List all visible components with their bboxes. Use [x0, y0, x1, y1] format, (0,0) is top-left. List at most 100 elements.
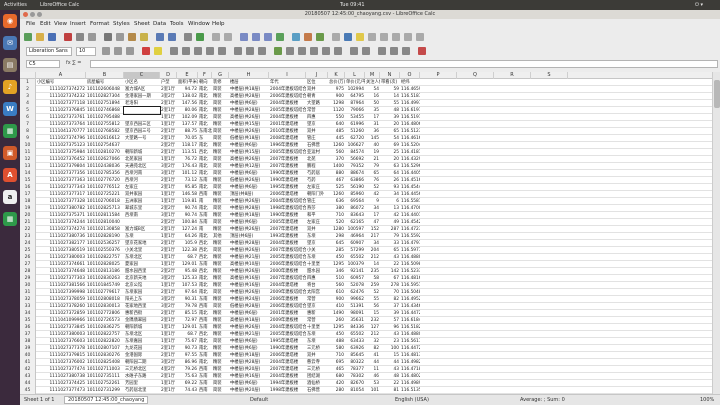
table-cell[interactable]: 南北	[198, 345, 212, 352]
menu-insert[interactable]: Insert	[70, 19, 86, 30]
table-cell[interactable]: 116.4813,39.9093	[400, 352, 420, 359]
column-title[interactable]: 经纬	[400, 79, 420, 86]
table-cell[interactable]: 116.4952,39.9751	[400, 296, 420, 303]
table-cell[interactable]: 116.4516,39.9868	[400, 177, 420, 184]
table-cell[interactable]: 1室1厅	[160, 380, 177, 387]
table-cell[interactable]: 48	[380, 373, 400, 380]
table-cell[interactable]: 1111027377363	[36, 177, 86, 184]
table-cell[interactable]: 467	[328, 177, 345, 184]
table-cell[interactable]: 芍药居北里	[124, 387, 160, 394]
sheet-tab[interactable]: 20180507 12:45:00_chaoyang	[64, 396, 149, 404]
table-cell[interactable]: 101102810270	[86, 149, 124, 156]
table-cell[interactable]: 880	[328, 170, 345, 177]
table-cell[interactable]: 204	[365, 247, 380, 254]
table-cell[interactable]: 101102731299	[86, 387, 124, 394]
table-cell[interactable]: 22	[380, 380, 400, 387]
row-header[interactable]: 21	[20, 219, 36, 226]
table-cell[interactable]: 1111027376002	[36, 359, 86, 366]
table-cell[interactable]: 西北	[198, 268, 212, 275]
table-cell[interactable]: 100.84	[177, 219, 198, 226]
table-cell[interactable]: 1998年建板楼	[269, 387, 306, 394]
table-cell[interactable]: 花家地西里	[124, 303, 160, 310]
table-cell[interactable]: 1111027376845	[36, 107, 86, 114]
table-cell[interactable]: 1260	[328, 142, 345, 149]
table-cell[interactable]: 2006年建板塔结合	[269, 93, 306, 100]
table-cell[interactable]: 1111027379804	[36, 163, 86, 170]
table-cell[interactable]: 1111027378260	[36, 303, 86, 310]
table-cell[interactable]: 76	[365, 177, 380, 184]
table-cell[interactable]: 57299	[345, 247, 365, 254]
table-cell[interactable]: 东坝	[306, 233, 328, 240]
row-header[interactable]: 44	[20, 380, 36, 387]
table-cell[interactable]: 南北	[198, 93, 212, 100]
table-cell[interactable]: 团结湖	[306, 373, 328, 380]
row-header[interactable]: 10	[20, 142, 36, 149]
table-cell[interactable]: 1室1厅	[160, 198, 177, 205]
table-cell[interactable]: 51391	[345, 303, 365, 310]
table-cell[interactable]: 南北	[198, 100, 212, 107]
row-header[interactable]: 37	[20, 331, 36, 338]
row-header[interactable]: 42	[20, 366, 36, 373]
table-cell[interactable]: 59	[380, 86, 400, 93]
table-cell[interactable]: 中楼层(共6层)	[229, 142, 269, 149]
table-cell[interactable]: 232	[365, 317, 380, 324]
table-cell[interactable]: 116.6184,39.9152	[400, 317, 420, 324]
table-cell[interactable]: 南北	[198, 282, 212, 289]
menu-sheet[interactable]: Sheet	[134, 19, 150, 30]
table-cell[interactable]: 17	[365, 114, 380, 121]
table-cell[interactable]: 南北	[198, 359, 212, 366]
row-header[interactable]: 11	[20, 149, 36, 156]
table-cell[interactable]: 东南	[198, 324, 212, 331]
table-cell[interactable]: 中楼层(共18层)	[229, 352, 269, 359]
table-cell[interactable]: 2001年建塔楼	[269, 121, 306, 128]
table-cell[interactable]: 大望路一号	[124, 135, 160, 142]
bold-icon[interactable]	[102, 47, 110, 55]
table-cell[interactable]: 精装	[212, 296, 229, 303]
mail-icon[interactable]: ✉	[3, 36, 17, 50]
table-cell[interactable]: 87964	[345, 100, 365, 107]
table-cell[interactable]: 2室1厅	[160, 128, 177, 135]
table-cell[interactable]: 49	[380, 219, 400, 226]
table-cell[interactable]: 610	[328, 289, 345, 296]
table-cell[interactable]: 2室1厅	[160, 373, 177, 380]
table-cell[interactable]: 低楼层(共26层)	[229, 177, 269, 184]
table-cell[interactable]: 116.4718,39.9631	[400, 366, 420, 373]
table-cell[interactable]: 东坝家园	[124, 289, 160, 296]
table-cell[interactable]: 望京	[306, 240, 328, 247]
table-cell[interactable]: 2室1厅	[160, 149, 177, 156]
table-cell[interactable]: 2室1厅	[160, 289, 177, 296]
column-title[interactable]: 单价(元/平米)	[345, 79, 365, 86]
table-cell[interactable]: 34	[380, 191, 400, 198]
table-cell[interactable]: 南	[198, 198, 212, 205]
row-header[interactable]: 29	[20, 275, 36, 282]
table-cell[interactable]: 1室1厅	[160, 254, 177, 261]
table-cell[interactable]: 北苑	[306, 156, 328, 163]
table-cell[interactable]: 简装	[212, 387, 229, 394]
column-header-i[interactable]: I	[269, 72, 306, 79]
table-cell[interactable]: 2007年建塔楼	[269, 226, 306, 233]
table-cell[interactable]: 中楼层(共6层)	[229, 184, 269, 191]
table-cell[interactable]: 900	[328, 93, 345, 100]
table-cell[interactable]: 39	[380, 310, 400, 317]
table-cell[interactable]: 54	[380, 135, 400, 142]
column-header-b[interactable]: B	[86, 72, 124, 79]
table-cell[interactable]: 34	[365, 205, 380, 212]
table-cell[interactable]: 2室1厅	[160, 240, 177, 247]
writer-icon[interactable]: W	[3, 102, 17, 116]
table-cell[interactable]: 简装	[212, 247, 229, 254]
print-icon[interactable]	[76, 33, 84, 41]
table-cell[interactable]: 510	[328, 275, 345, 282]
table-cell[interactable]: 65502	[345, 254, 365, 261]
table-cell[interactable]: 138.02	[177, 93, 198, 100]
table-cell[interactable]: 122.38	[177, 247, 198, 254]
table-cell[interactable]: 62476	[345, 289, 365, 296]
table-cell[interactable]: 86072	[345, 205, 365, 212]
table-cell[interactable]: 101102725221	[86, 191, 124, 198]
table-cell[interactable]: 中楼层(共6层)	[229, 345, 269, 352]
table-cell[interactable]: 116.5296,39.9217	[400, 163, 420, 170]
table-cell[interactable]: 75.67	[177, 338, 198, 345]
table-cell[interactable]: 13	[380, 205, 400, 212]
row-header[interactable]: 31	[20, 289, 36, 296]
table-cell[interactable]: 老洛阳	[124, 100, 160, 107]
table-cell[interactable]: 79	[380, 233, 400, 240]
